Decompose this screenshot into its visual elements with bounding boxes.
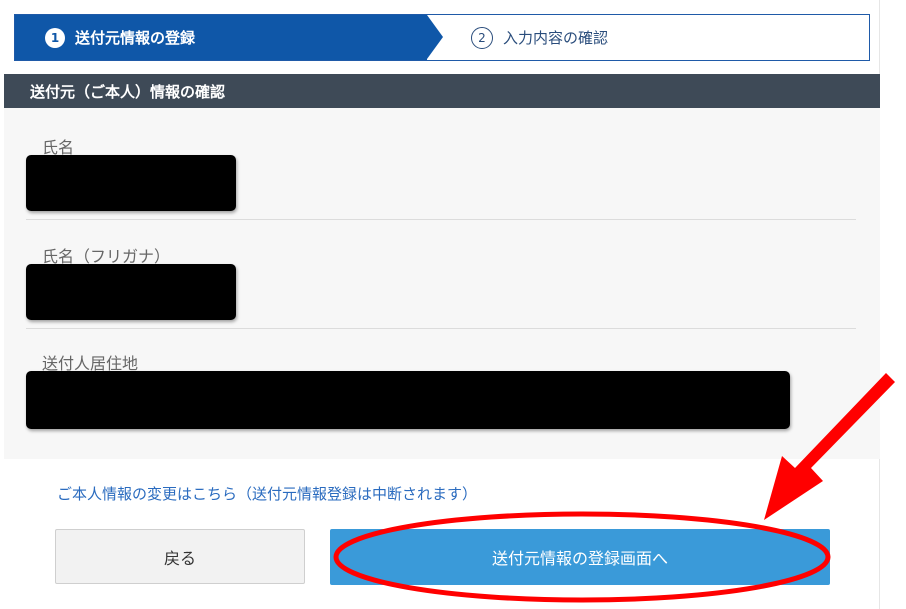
step-arrow [427,15,443,59]
section-title: 送付元（ご本人）情報の確認 [30,82,226,101]
change-info-link[interactable]: ご本人情報の変更はこちら（送付元情報登録は中断されます） [57,483,477,504]
proceed-to-registration-button[interactable]: 送付元情報の登録画面へ [330,529,830,585]
step-2: 2 入力内容の確認 [471,15,608,60]
step-2-label: 入力内容の確認 [503,29,609,47]
step-1-label: 送付元情報の登録 [75,29,196,47]
field-kana-redacted-value [26,264,236,320]
page: 1 送付元情報の登録 2 入力内容の確認 送付元（ご本人）情報の確認 氏名 氏名… [0,0,906,609]
field-divider [26,219,856,220]
info-panel: 氏名 氏名（フリガナ） 送付人居住地 [4,108,880,459]
field-name-redacted-value [26,155,236,211]
field-divider [26,328,856,329]
section-header: 送付元（ご本人）情報の確認 [4,74,880,108]
step-1: 1 送付元情報の登録 [45,15,195,60]
field-kana: 氏名（フリガナ） [26,241,856,325]
step-1-number: 1 [45,27,65,48]
back-button[interactable]: 戻る [55,529,305,584]
field-address: 送付人居住地 [26,350,856,434]
step-2-number: 2 [471,26,493,49]
progress-stepper: 1 送付元情報の登録 2 入力内容の確認 [14,14,870,61]
field-address-redacted-value [26,371,790,429]
field-name: 氏名 [26,132,856,216]
